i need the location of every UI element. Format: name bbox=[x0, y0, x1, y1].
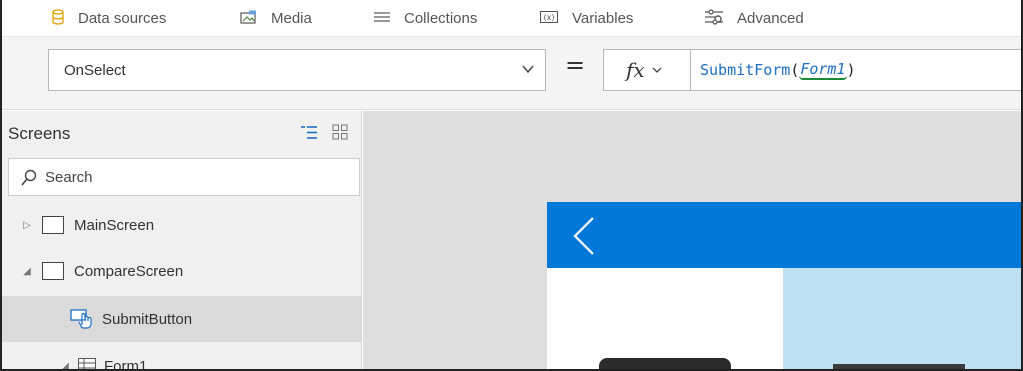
search-input[interactable]: Search bbox=[8, 158, 360, 196]
ribbon-label: Advanced bbox=[737, 9, 804, 27]
ribbon-label: Collections bbox=[404, 9, 478, 27]
ribbon-label: Data sources bbox=[78, 9, 167, 27]
tree-item-comparescreen[interactable]: ◢ CompareScreen bbox=[0, 248, 362, 294]
tree-item-label: Form1 bbox=[104, 357, 148, 371]
collapse-caret-icon[interactable]: ◢ bbox=[56, 361, 74, 371]
ribbon-collections[interactable]: Collections bbox=[374, 0, 477, 36]
ribbon-media[interactable]: Media bbox=[240, 0, 312, 36]
formula-close-paren: ) bbox=[846, 61, 856, 79]
tree-item-label: MainScreen bbox=[74, 216, 155, 234]
tree-item-form1[interactable]: ◢ Form1 bbox=[0, 343, 362, 371]
formula-open-paren: ( bbox=[790, 61, 800, 79]
view-toggle bbox=[301, 124, 348, 146]
image-icon bbox=[240, 10, 257, 27]
design-canvas[interactable] bbox=[363, 111, 1023, 371]
svg-text:(x): (x) bbox=[544, 13, 555, 22]
sliders-icon bbox=[705, 9, 723, 27]
button-control-icon bbox=[70, 309, 94, 329]
screen-icon bbox=[42, 262, 64, 280]
formula-input[interactable]: SubmitForm(Form1) bbox=[690, 49, 1023, 91]
ribbon-data-sources[interactable]: Data sources bbox=[52, 0, 166, 36]
ribbon-advanced[interactable]: Advanced bbox=[705, 0, 804, 36]
control-preview-left bbox=[599, 358, 731, 371]
ribbon-label: Media bbox=[271, 9, 312, 27]
fx-button[interactable]: fx bbox=[603, 49, 691, 91]
ribbon-variables[interactable]: (x) Variables bbox=[540, 0, 633, 36]
variable-icon: (x) bbox=[540, 11, 558, 25]
formula-function: SubmitForm bbox=[700, 61, 791, 79]
tree-item-submitbutton[interactable]: SubmitButton bbox=[0, 296, 362, 342]
search-placeholder: Search bbox=[45, 168, 93, 186]
equals-sign: = bbox=[565, 51, 586, 79]
form-control-icon bbox=[78, 358, 96, 371]
panel-header: Screens bbox=[0, 111, 362, 156]
property-dropdown[interactable]: OnSelect bbox=[48, 49, 546, 91]
tree-item-label: CompareScreen bbox=[74, 262, 184, 280]
fx-icon: fx bbox=[626, 58, 645, 82]
chevron-down-icon bbox=[652, 67, 662, 73]
thumbnail-view-icon[interactable] bbox=[332, 124, 348, 146]
expand-caret-icon[interactable]: ▷ bbox=[18, 220, 36, 231]
collapse-caret-icon[interactable]: ◢ bbox=[18, 266, 36, 277]
app-header-bar bbox=[547, 202, 1023, 268]
property-value: OnSelect bbox=[64, 61, 126, 79]
screen-icon bbox=[42, 216, 64, 234]
tree-view-icon[interactable] bbox=[301, 124, 318, 146]
chevron-down-icon bbox=[522, 65, 534, 74]
list-icon bbox=[374, 11, 390, 25]
app-preview bbox=[547, 202, 1023, 371]
back-arrow-icon[interactable] bbox=[569, 214, 599, 258]
tree-item-label: SubmitButton bbox=[102, 310, 193, 328]
top-ribbon: Data sources Media Collections (x) Varia… bbox=[0, 0, 1023, 36]
control-preview-right bbox=[833, 364, 965, 371]
tree-item-mainscreen[interactable]: ▷ MainScreen bbox=[0, 202, 362, 248]
tree-view-panel: Screens Search ▷ MainScreen ◢ CompareScr… bbox=[0, 111, 362, 371]
formula-bar: OnSelect = fx SubmitForm(Form1) bbox=[0, 36, 1023, 110]
panel-title: Screens bbox=[8, 123, 71, 143]
search-icon bbox=[21, 169, 37, 186]
ribbon-label: Variables bbox=[572, 9, 634, 27]
form-selection-highlight[interactable] bbox=[783, 268, 1023, 371]
formula-argument: Form1 bbox=[799, 60, 847, 80]
cylinder-icon bbox=[52, 9, 64, 27]
